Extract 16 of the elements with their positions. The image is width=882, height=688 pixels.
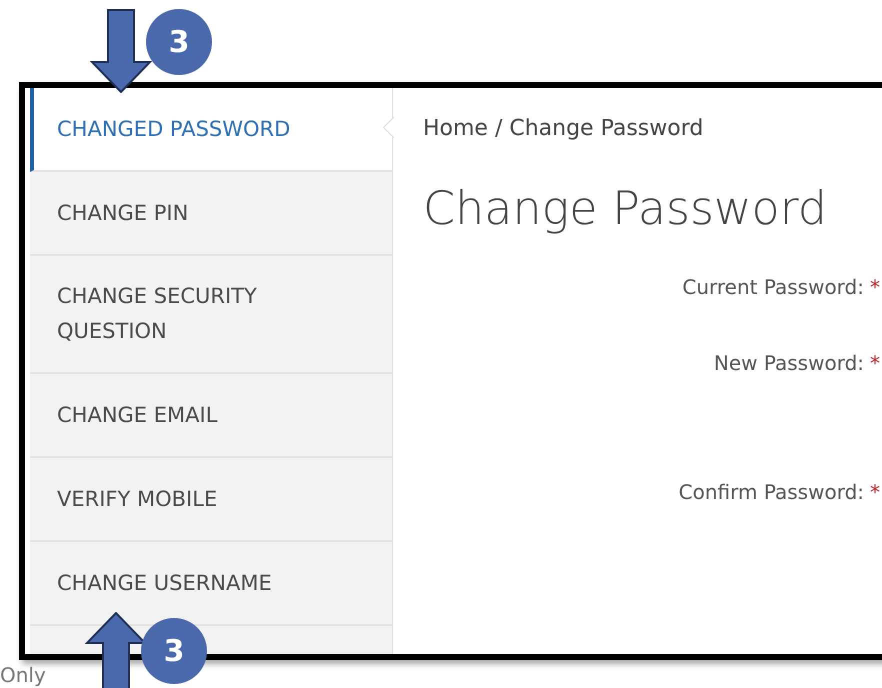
field-label: Current Password: — [682, 275, 864, 299]
field-label: New Password: — [714, 351, 864, 375]
page-heading: Change Password — [423, 181, 828, 235]
sidebar-item[interactable]: CHANGE EMAIL — [30, 374, 392, 458]
field-label: Confirm Password: — [678, 480, 864, 504]
required-mark: * — [870, 275, 880, 299]
side-note: Only — [0, 664, 46, 687]
down-arrow-icon — [90, 9, 152, 93]
sidebar-item[interactable]: VERIFY MOBILE — [30, 458, 392, 542]
breadcrumb: Home / Change Password — [423, 116, 704, 141]
sidebar-item[interactable]: CHANGE SECURITY QUESTION — [30, 256, 392, 374]
step-badge: 3 — [146, 9, 212, 75]
sidebar-item[interactable]: CHANGE PIN — [30, 172, 392, 256]
step-badge: 3 — [141, 618, 207, 684]
required-mark: * — [870, 480, 880, 504]
required-mark: * — [870, 351, 880, 375]
